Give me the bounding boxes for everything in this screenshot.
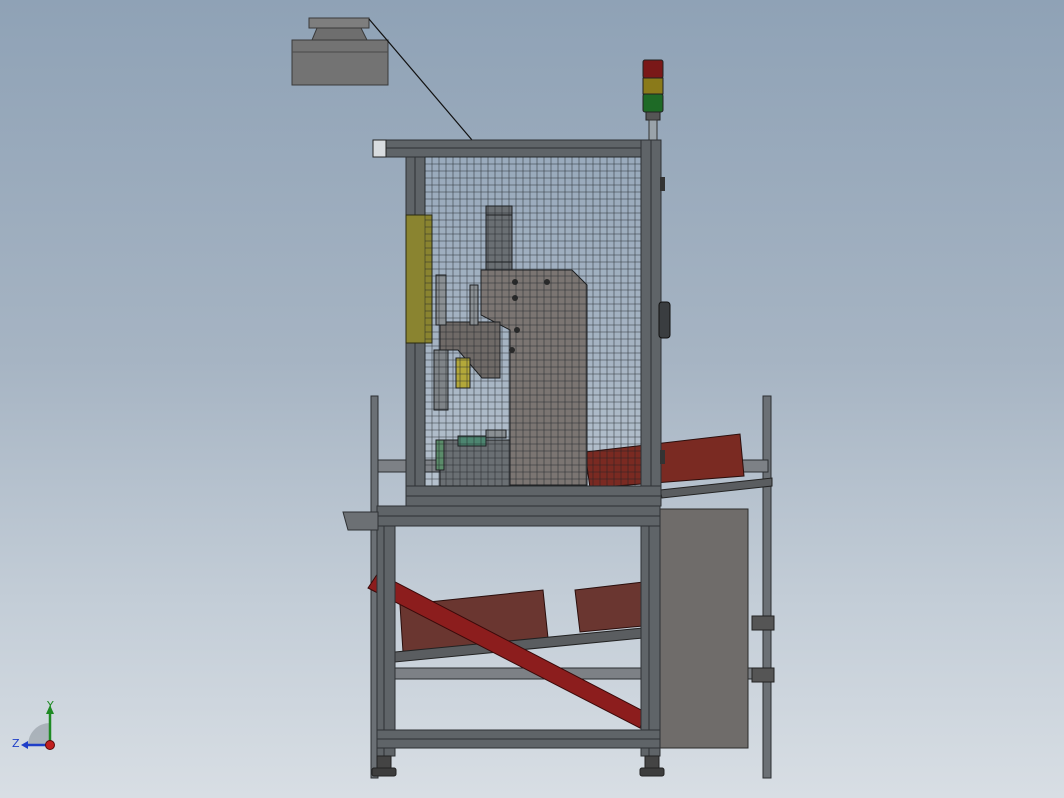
tower-light-amber [642,77,664,95]
door-handle [658,301,671,339]
coordinate-triad: Y Z [12,699,55,750]
cad-viewport[interactable]: Y Z [0,0,1064,798]
tower-light-green [642,93,664,113]
electrical-cabinet [658,508,749,749]
floating-component [291,17,389,86]
z-axis-label: Z [12,737,20,750]
profile-end-cap [372,139,387,158]
sensor-yellow [455,357,471,389]
x-axis [45,740,55,750]
signal-tower [642,59,664,141]
machine-model: Y Z [12,17,775,779]
y-axis-label: Y [46,699,54,712]
tower-light-red [642,59,664,79]
